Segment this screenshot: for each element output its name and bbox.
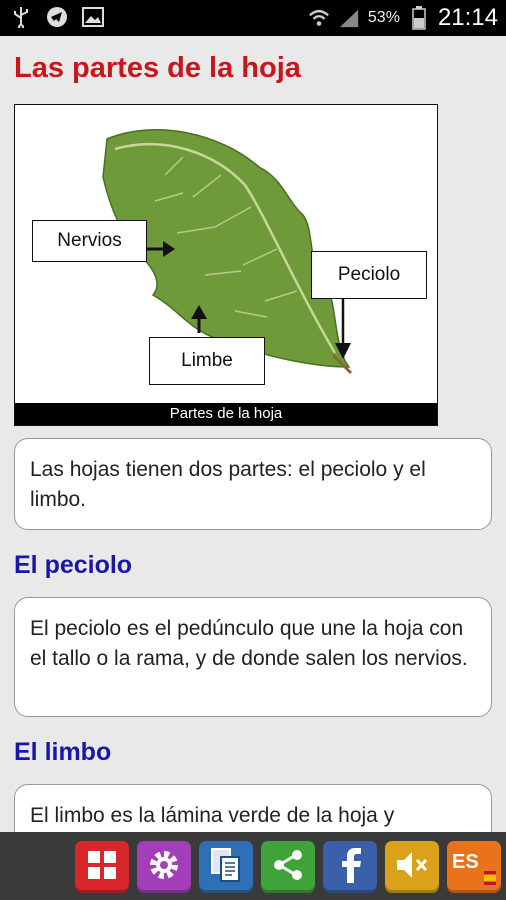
facebook-button[interactable] (323, 841, 377, 893)
intro-card: Las hojas tienen dos partes: el peciolo … (14, 438, 492, 530)
wifi-icon (308, 7, 330, 29)
scroll-content[interactable]: Las partes de la hoja Nervios Peciolo Li… (0, 36, 506, 832)
image-icon (82, 6, 104, 28)
telegram-icon (46, 6, 68, 28)
signal-icon (338, 7, 360, 29)
settings-gear-icon (145, 846, 183, 889)
bottom-toolbar: ES (0, 832, 506, 900)
language-es-icon: ES (452, 847, 496, 887)
sound-toggle-button[interactable] (385, 841, 439, 893)
clock: 21:14 (437, 4, 498, 31)
section-heading-peciolo: El peciolo (14, 551, 133, 579)
facebook-icon (335, 846, 365, 889)
status-bar: 53% 21:14 (0, 0, 506, 36)
sound-muted-icon (394, 848, 430, 887)
language-button[interactable]: ES (447, 841, 501, 893)
label-limbe: Limbe (149, 337, 265, 385)
share-icon (270, 847, 306, 888)
limbo-card: El limbo es la lámina verde de la hoja y (14, 784, 492, 832)
copy-button[interactable] (199, 841, 253, 893)
label-peciolo: Peciolo (311, 251, 427, 299)
copy-documents-icon (209, 846, 243, 889)
usb-icon (10, 6, 32, 28)
menu-grid-icon (85, 848, 119, 887)
peciolo-card: El peciolo es el pedúnculo que une la ho… (14, 597, 492, 717)
leaf-diagram: Nervios Peciolo Limbe Partes de la hoja (14, 104, 438, 426)
battery-icon (408, 6, 430, 30)
page-title: Las partes de la hoja (14, 52, 301, 84)
share-button[interactable] (261, 841, 315, 893)
label-nervios: Nervios (32, 220, 147, 262)
language-label: ES (452, 851, 479, 873)
section-heading-limbo: El limbo (14, 738, 112, 766)
menu-grid-button[interactable] (75, 841, 129, 893)
battery-percent: 53% (367, 9, 400, 26)
settings-button[interactable] (137, 841, 191, 893)
spain-flag-icon (484, 871, 496, 885)
figure-caption: Partes de la hoja (15, 403, 437, 425)
